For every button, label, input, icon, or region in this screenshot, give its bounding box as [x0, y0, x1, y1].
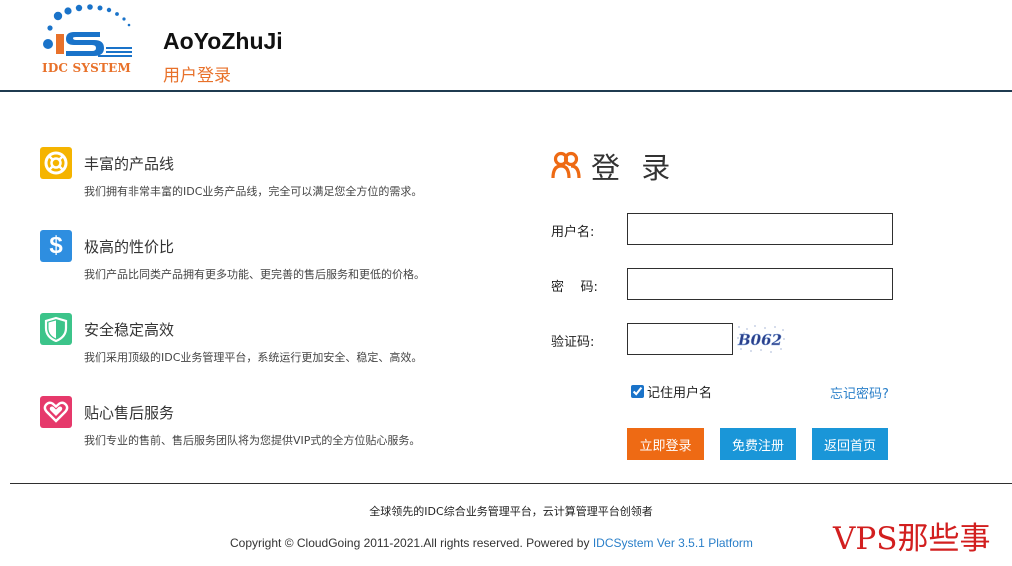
copyright-text: Copyright © CloudGoing 2011-2021.All rig… [230, 536, 593, 550]
remember-checkbox[interactable] [631, 385, 644, 398]
captcha-text: B062 [737, 331, 782, 349]
remember-label: 记住用户名 [647, 386, 713, 401]
feature-security: 安全稳定高效 我们采用顶级的IDC业务管理平台，系统运行更加安全、稳定、高效。 [40, 313, 480, 373]
remember-username[interactable]: 记住用户名 [631, 382, 712, 401]
feature-desc: 我们产品比同类产品拥有更多功能、更完善的售后服务和更低的价格。 [84, 268, 425, 281]
lifebuoy-icon [40, 147, 72, 179]
feature-product-line: 丰富的产品线 我们拥有非常丰富的IDC业务产品线，完全可以满足您全方位的需求。 [40, 147, 480, 207]
shield-icon [40, 313, 72, 345]
heart-icon [40, 396, 72, 428]
captcha-image[interactable]: B062 [735, 323, 787, 355]
footer-copyright: Copyright © CloudGoing 2011-2021.All rig… [230, 536, 753, 550]
feature-title: 极高的性价比 [84, 238, 175, 256]
home-button[interactable]: 返回首页 [812, 428, 888, 460]
username-input[interactable] [627, 213, 893, 245]
watermark: VPS那些事 [833, 521, 991, 557]
users-icon [551, 151, 581, 179]
captcha-label: 验证码: [551, 335, 595, 350]
login-title: 登 录 [591, 151, 677, 185]
idcsystem-link[interactable]: IDCSystem Ver 3.5.1 Platform [593, 536, 753, 550]
register-button[interactable]: 免费注册 [720, 428, 796, 460]
feature-title: 安全稳定高效 [84, 321, 175, 339]
password-label: 密 码: [551, 280, 598, 295]
login-heading: 登 录 [551, 146, 676, 186]
page-header: IDC SYSTEM AoYoZhuJi 用户登录 [0, 0, 1012, 92]
captcha-input[interactable] [627, 323, 733, 355]
footer-divider [10, 483, 1012, 484]
feature-title: 丰富的产品线 [84, 155, 175, 173]
site-name: AoYoZhuJi [163, 28, 283, 54]
page-subtitle: 用户登录 [163, 66, 231, 86]
username-label: 用户名: [551, 225, 595, 240]
feature-desc: 我们采用顶级的IDC业务管理平台，系统运行更加安全、稳定、高效。 [84, 351, 423, 364]
feature-value: $ 极高的性价比 我们产品比同类产品拥有更多功能、更完善的售后服务和更低的价格。 [40, 230, 480, 290]
password-input[interactable] [627, 268, 893, 300]
logo-text: IDC SYSTEM [42, 61, 132, 75]
login-button[interactable]: 立即登录 [627, 428, 704, 460]
feature-service: 贴心售后服务 我们专业的售前、售后服务团队将为您提供VIP式的全方位贴心服务。 [40, 396, 480, 456]
feature-desc: 我们专业的售前、售后服务团队将为您提供VIP式的全方位贴心服务。 [84, 434, 421, 447]
feature-desc: 我们拥有非常丰富的IDC业务产品线，完全可以满足您全方位的需求。 [84, 185, 423, 198]
feature-title: 贴心售后服务 [84, 404, 175, 422]
forgot-password-link[interactable]: 忘记密码? [830, 383, 889, 402]
dollar-icon: $ [40, 230, 72, 262]
